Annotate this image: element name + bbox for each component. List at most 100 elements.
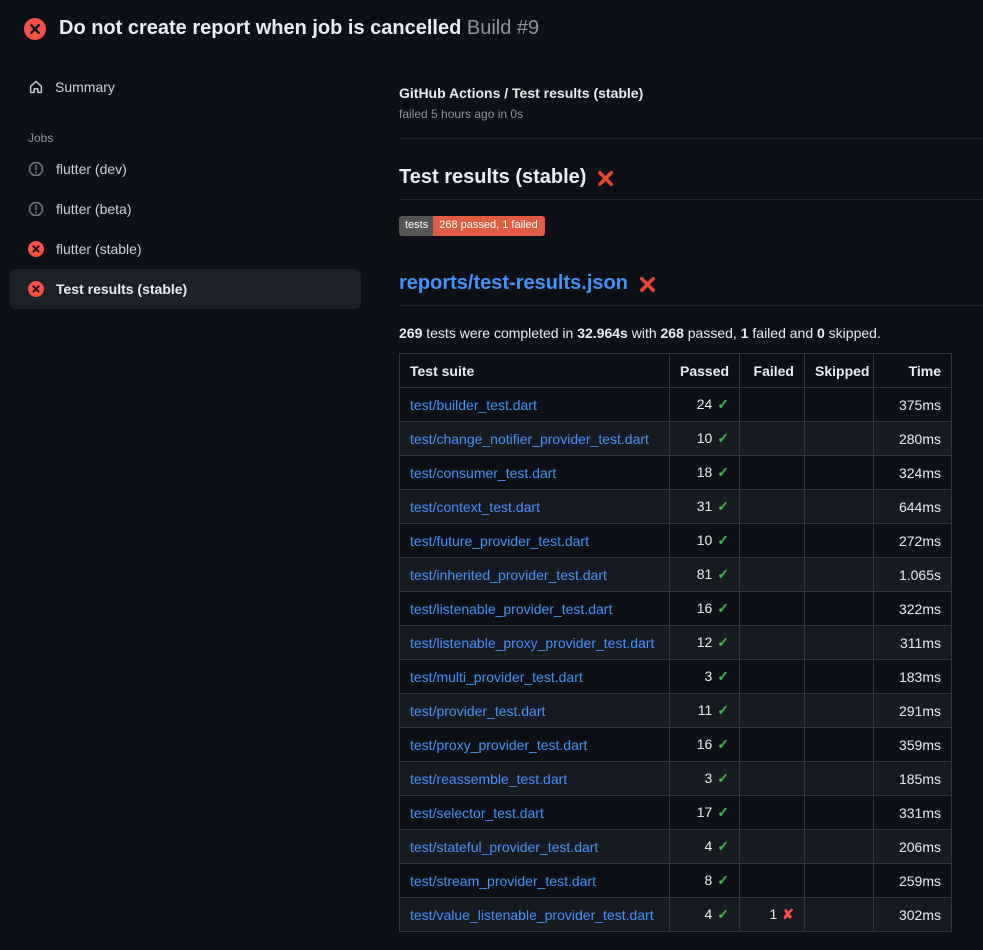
test-suite-cell: test/proxy_provider_test.dart [400,728,670,762]
check-icon [712,566,729,582]
test-suite-cell: test/selector_test.dart [400,796,670,830]
test-suite-cell: test/multi_provider_test.dart [400,660,670,694]
count-value: 10 [697,532,713,548]
test-suite-link[interactable]: test/builder_test.dart [410,397,537,413]
sidebar-item-summary[interactable]: Summary [10,73,361,101]
failed-cell [740,660,805,694]
passed-cell: 4 [670,830,740,864]
time-cell: 1.065s [874,558,952,592]
test-suite-link[interactable]: test/listenable_proxy_provider_test.dart [410,635,654,651]
skipped-cell [805,694,874,728]
time-cell: 322ms [874,592,952,626]
count-value: 31 [697,498,713,514]
test-suite-link[interactable]: test/consumer_test.dart [410,465,556,481]
test-suite-link[interactable]: test/context_test.dart [410,499,540,515]
test-suite-link[interactable]: test/stateful_provider_test.dart [410,839,598,855]
test-suite-link[interactable]: test/listenable_provider_test.dart [410,601,612,617]
test-suite-cell: test/listenable_provider_test.dart [400,592,670,626]
summary-label: Summary [55,79,115,95]
sidebar: Summary Jobs flutter (dev) flutter (beta… [0,49,375,309]
failed-count: 1 [741,325,749,341]
table-row: test/selector_test.dart 17 331ms [400,796,952,830]
test-suite-cell: test/builder_test.dart [400,388,670,422]
time-cell: 311ms [874,626,952,660]
passed-cell: 4 [670,898,740,932]
check-icon [712,906,729,922]
check-run-panel: GitHub Actions / Test results (stable) f… [375,49,983,932]
test-suite-link[interactable]: test/inherited_provider_test.dart [410,567,607,583]
sidebar-item-flutter-beta[interactable]: flutter (beta) [10,189,361,229]
test-suite-cell: test/change_notifier_provider_test.dart [400,422,670,456]
test-suite-cell: test/listenable_proxy_provider_test.dart [400,626,670,660]
duration: 32.964s [577,325,628,341]
test-suite-link[interactable]: test/future_provider_test.dart [410,533,589,549]
count-value: 16 [697,736,713,752]
check-icon [712,804,729,820]
badge-label: tests [399,216,433,236]
build-number: Build #9 [467,17,539,39]
time-cell: 185ms [874,762,952,796]
passed-count: 268 [661,325,684,341]
table-row: test/inherited_provider_test.dart811.065… [400,558,952,592]
count-value: 24 [697,396,713,412]
test-suite-cell: test/consumer_test.dart [400,456,670,490]
jobs-heading: Jobs [28,131,361,145]
time-cell: 272ms [874,524,952,558]
table-row: test/consumer_test.dart18324ms [400,456,952,490]
sidebar-item-flutter-stable[interactable]: flutter (stable) [10,229,361,269]
skipped-cell [805,864,874,898]
skipped-cell [805,422,874,456]
test-suite-link[interactable]: test/stream_provider_test.dart [410,873,596,889]
failed-x-icon [596,169,615,188]
cancelled-stop-icon [28,161,44,177]
time-cell: 644ms [874,490,952,524]
report-file-link[interactable]: reports/test-results.json [399,272,628,295]
check-icon [712,464,729,480]
build-header: Do not create report when job is cancell… [0,0,983,49]
passed-cell: 3 [670,762,740,796]
table-row: test/provider_test.dart11291ms [400,694,952,728]
time-cell: 331ms [874,796,952,830]
check-icon [712,668,729,684]
test-suite-link[interactable]: test/change_notifier_provider_test.dart [410,431,649,447]
time-cell: 206ms [874,830,952,864]
failed-x-circle-icon [28,241,44,257]
skipped-cell [805,388,874,422]
count-value: 17 [697,804,713,820]
check-icon [712,838,729,854]
job-label: flutter (stable) [56,241,142,257]
passed-cell: 11 [670,694,740,728]
skipped-cell [805,898,874,932]
summary-text: 269 tests were completed in 32.964s with… [399,325,983,341]
job-label: flutter (beta) [56,201,131,217]
page-title: Do not create report when job is cancell… [59,17,539,40]
test-suite-cell: test/stream_provider_test.dart [400,864,670,898]
test-suite-link[interactable]: test/selector_test.dart [410,805,544,821]
workflow-title: Do not create report when job is cancell… [59,17,461,39]
table-row: test/listenable_proxy_provider_test.dart… [400,626,952,660]
time-cell: 183ms [874,660,952,694]
sidebar-item-flutter-dev[interactable]: flutter (dev) [10,149,361,189]
test-suite-link[interactable]: test/provider_test.dart [410,703,545,719]
skipped-cell [805,728,874,762]
test-suite-link[interactable]: test/reassemble_test.dart [410,771,567,787]
skipped-cell [805,660,874,694]
failed-cell [740,558,805,592]
test-suite-link[interactable]: test/value_listenable_provider_test.dart [410,907,654,923]
sidebar-item-test-results-stable[interactable]: Test results (stable) [10,269,361,309]
time-cell: 280ms [874,422,952,456]
failed-cell [740,592,805,626]
passed-cell: 10 [670,524,740,558]
check-icon [712,600,729,616]
check-icon [712,702,729,718]
test-suite-link[interactable]: test/proxy_provider_test.dart [410,737,587,753]
check-icon [712,498,729,514]
passed-cell: 8 [670,864,740,898]
skipped-cell [805,592,874,626]
check-icon [712,736,729,752]
count-value: 12 [697,634,713,650]
test-suite-cell: test/inherited_provider_test.dart [400,558,670,592]
test-suite-cell: test/stateful_provider_test.dart [400,830,670,864]
failed-cell [740,524,805,558]
test-suite-link[interactable]: test/multi_provider_test.dart [410,669,583,685]
